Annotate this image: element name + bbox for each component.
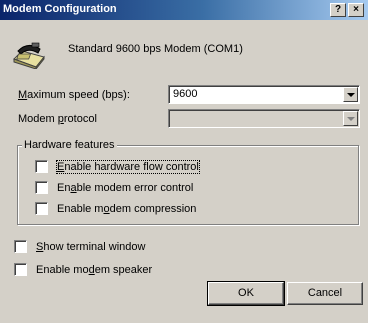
hardware-features-title: Hardware features [22,139,117,151]
modem-compression-option[interactable]: Enable modem compression [35,202,196,215]
device-name: Standard 9600 bps Modem (COM1) [68,43,243,55]
title-bar[interactable]: Modem Configuration ? × [0,0,368,20]
close-button[interactable]: × [348,3,364,17]
modem-error-control-checkbox[interactable] [35,181,48,194]
cancel-button[interactable]: Cancel [287,282,363,305]
hardware-features-group: Hardware features Enable hardware flow c… [17,139,359,225]
show-terminal-window-option[interactable]: Show terminal window [14,240,145,253]
help-button[interactable]: ? [330,3,346,17]
modem-error-control-option[interactable]: Enable modem error control [35,181,193,194]
hardware-flow-control-label: Enable hardware flow control [56,159,200,174]
modem-speaker-option[interactable]: Enable modem speaker [14,263,152,276]
modem-phone-icon [13,42,45,69]
modem-protocol-select[interactable] [168,109,360,128]
modem-protocol-dropdown-button[interactable] [343,111,358,126]
show-terminal-window-checkbox[interactable] [14,240,27,253]
window-title: Modem Configuration [3,3,117,15]
modem-compression-checkbox[interactable] [35,202,48,215]
hardware-flow-control-option[interactable]: Enable hardware flow control [35,159,200,174]
max-speed-value: 9600 [173,88,198,100]
modem-speaker-checkbox[interactable] [14,263,27,276]
modem-protocol-label: Modem protocol [18,113,97,125]
ok-button[interactable]: OK [207,281,285,306]
max-speed-label: Maximum speed (bps): [18,89,130,101]
hardware-flow-control-checkbox[interactable] [35,160,48,173]
modem-speaker-label: Enable modem speaker [36,263,153,276]
show-terminal-window-label: Show terminal window [36,240,146,253]
modem-configuration-dialog: Modem Configuration ? × Standard 9600 bp… [0,0,368,323]
modem-compression-label: Enable modem compression [57,202,197,215]
max-speed-dropdown-button[interactable] [343,87,358,102]
max-speed-select[interactable]: 9600 [168,85,360,104]
modem-error-control-label: Enable modem error control [57,181,194,194]
